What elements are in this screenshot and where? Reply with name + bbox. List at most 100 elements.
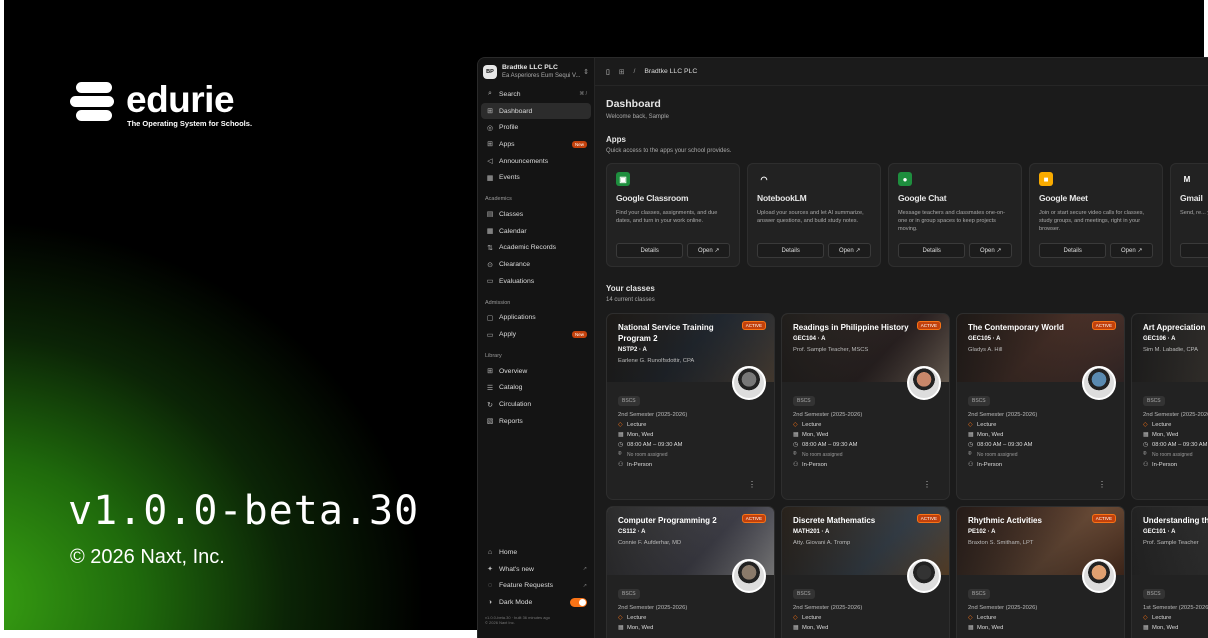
sidebar-item-label: Overview [499,367,528,375]
grid-icon: ⊞ [487,368,493,376]
details-button[interactable]: Details [1039,243,1107,258]
sidebar-item-evaluations[interactable]: ▭ Evaluations [481,273,591,290]
class-time: 08:00 AM – 09:30 AM [1152,441,1208,448]
program-tag: BSCS [968,396,990,406]
class-days: Mon, Wed [627,624,654,631]
sidebar-item-calendar[interactable]: ▦ Calendar [481,223,591,240]
app-icon: ● [898,172,912,186]
sidebar-item-clearance[interactable]: ⊙ Clearance [481,256,591,273]
sidebar-item-classes[interactable]: ▤ Classes [481,206,591,223]
class-code: GEC106 · A [1143,336,1176,342]
class-card[interactable]: Discrete Mathematics ACTIVE MATH201 · A Att… [781,506,950,638]
class-mode: In-Person [802,461,828,468]
class-code: NSTP2 · A [618,347,647,353]
class-days: Mon, Wed [1152,431,1179,438]
sidebar-footer: v1.0.0-beta.30 · built 36 minutes ago © … [478,611,594,629]
sidebar-item-label: Events [499,174,520,182]
calendar-icon: ▦ [1143,625,1149,631]
sidebar-item-apps[interactable]: ⊞ Apps New [481,136,591,153]
class-card[interactable]: Readings in Philippine History ACTIVE GEC1… [781,313,950,500]
sidebar-item-academic-records[interactable]: ⇅ Academic Records [481,240,591,257]
sidebar-item-label: Announcements [499,157,549,165]
more-options-icon[interactable]: ⋮ [748,480,756,489]
app-name: Gmail [1180,193,1203,203]
class-card[interactable]: Art Appreciation GEC106 · A Sim M. Labadie… [1131,313,1208,500]
sidebar-bottom: ⌂ Home ✦ What's new ↗ ◌ Feature Requests ↗ ◑ Da… [478,544,594,629]
sidebar-item-what-s-new[interactable]: ✦ What's new ↗ [481,561,591,578]
sidebar-item-circulation[interactable]: ↻ Circulation [481,396,591,413]
open-button[interactable]: Open ↗ [828,243,871,258]
brand-tagline: The Operating System for Schools. [127,119,253,128]
status-badge: ACTIVE [916,321,941,330]
details-button[interactable]: D [1180,243,1208,258]
class-type: Lecture [977,614,997,621]
calendar-icon: ▦ [968,432,974,438]
program-tag: BSCS [793,589,815,599]
breadcrumb-org[interactable]: Bradtke LLC PLC [644,68,697,75]
new-badge: New [571,331,587,339]
chevron-updown-icon: ⇕ [583,69,589,76]
class-room: No room assigned [1152,451,1193,458]
class-title: The Contemporary World [968,323,1064,332]
apps-title: Apps [606,135,626,144]
sidebar-item-applications[interactable]: ▢ Applications [481,310,591,327]
class-days: Mon, Wed [1152,624,1179,631]
class-semester: 2nd Semester (2025-2026) [793,412,863,418]
clock-icon: ◷ [793,442,799,448]
open-button[interactable]: Open ↗ [969,243,1012,258]
class-mode: In-Person [977,461,1003,468]
search-button[interactable]: ⌕ Search ⌘ / [481,86,591,103]
class-days: Mon, Wed [627,431,654,438]
dark-mode-toggle[interactable] [570,597,587,607]
new-badge: New [571,140,587,148]
class-card[interactable]: The Contemporary World ACTIVE GEC105 · A Gl… [956,313,1125,500]
sidebar-toggle-icon[interactable]: ▯ [606,68,610,76]
app-name: Google Meet [1039,193,1088,203]
class-professor: Atty. Giovani A. Tromp [793,540,851,546]
class-card[interactable]: Understanding the Self GEC101 · A Prof. Sa… [1131,506,1208,638]
sidebar-item-dashboard[interactable]: ⊞ Dashboard [481,102,591,120]
external-link-icon: ↗ [582,582,587,589]
class-room: No room assigned [977,451,1018,458]
open-button[interactable]: Open ↗ [687,243,730,258]
status-badge: ACTIVE [1091,321,1116,330]
calendar-icon: ▦ [968,625,974,631]
sidebar-item-announcements[interactable]: ◁ Announcements [481,153,591,170]
search-icon: ⌕ [488,90,492,98]
sidebar-item-label: Reports [499,417,523,425]
sidebar-item-profile[interactable]: ◎ Profile [481,119,591,136]
org-switcher[interactable]: BP Bradtke LLC PLC Ea Asperiores Eum Seq… [478,58,594,86]
sidebar-item-catalog[interactable]: ☰ Catalog [481,380,591,397]
calendar-icon: ▦ [618,625,624,631]
sidebar-item-reports[interactable]: ▧ Reports [481,413,591,430]
class-card[interactable]: Rhythmic Activities ACTIVE PE102 · A Braxto… [956,506,1125,638]
sidebar-item-overview[interactable]: ⊞ Overview [481,363,591,380]
open-button[interactable]: Open ↗ [1110,243,1153,258]
apps-icon: ⊞ [487,141,493,149]
class-card[interactable]: National Service Training Program 2 ACTIV… [606,313,775,500]
details-button[interactable]: Details [757,243,825,258]
class-days: Mon, Wed [802,431,829,438]
class-card[interactable]: Computer Programming 2 ACTIVE CS112 · A Con… [606,506,775,638]
more-options-icon[interactable]: ⋮ [923,480,931,489]
tag-icon: ◇ [793,615,798,621]
sidebar-item-label: Dashboard [499,107,533,115]
avatar [732,366,766,400]
edurie-logo: edurie The Operating System for Schools. [70,81,253,128]
app-name: NotebookLM [757,193,807,203]
details-button[interactable]: Details [898,243,966,258]
more-options-icon[interactable]: ⋮ [1098,480,1106,489]
app-icon: ◠ [757,172,771,186]
dark-mode-toggle-row[interactable]: ◑ Dark Mode [481,594,591,611]
details-button[interactable]: Details [616,243,684,258]
sidebar-item-feature-requests[interactable]: ◌ Feature Requests ↗ [481,577,591,594]
sidebar-item-events[interactable]: ▦ Events [481,169,591,186]
people-icon: ⚇ [618,462,624,468]
sidebar-item-apply[interactable]: ▭ Apply New [481,326,591,343]
status-badge: ACTIVE [916,514,941,523]
clock-icon: ◷ [1143,442,1149,448]
class-time: 08:00 AM – 09:30 AM [627,441,683,448]
contrast-icon: ◑ [487,598,493,606]
sidebar-item-home[interactable]: ⌂ Home [481,544,591,561]
class-type: Lecture [1152,614,1172,621]
